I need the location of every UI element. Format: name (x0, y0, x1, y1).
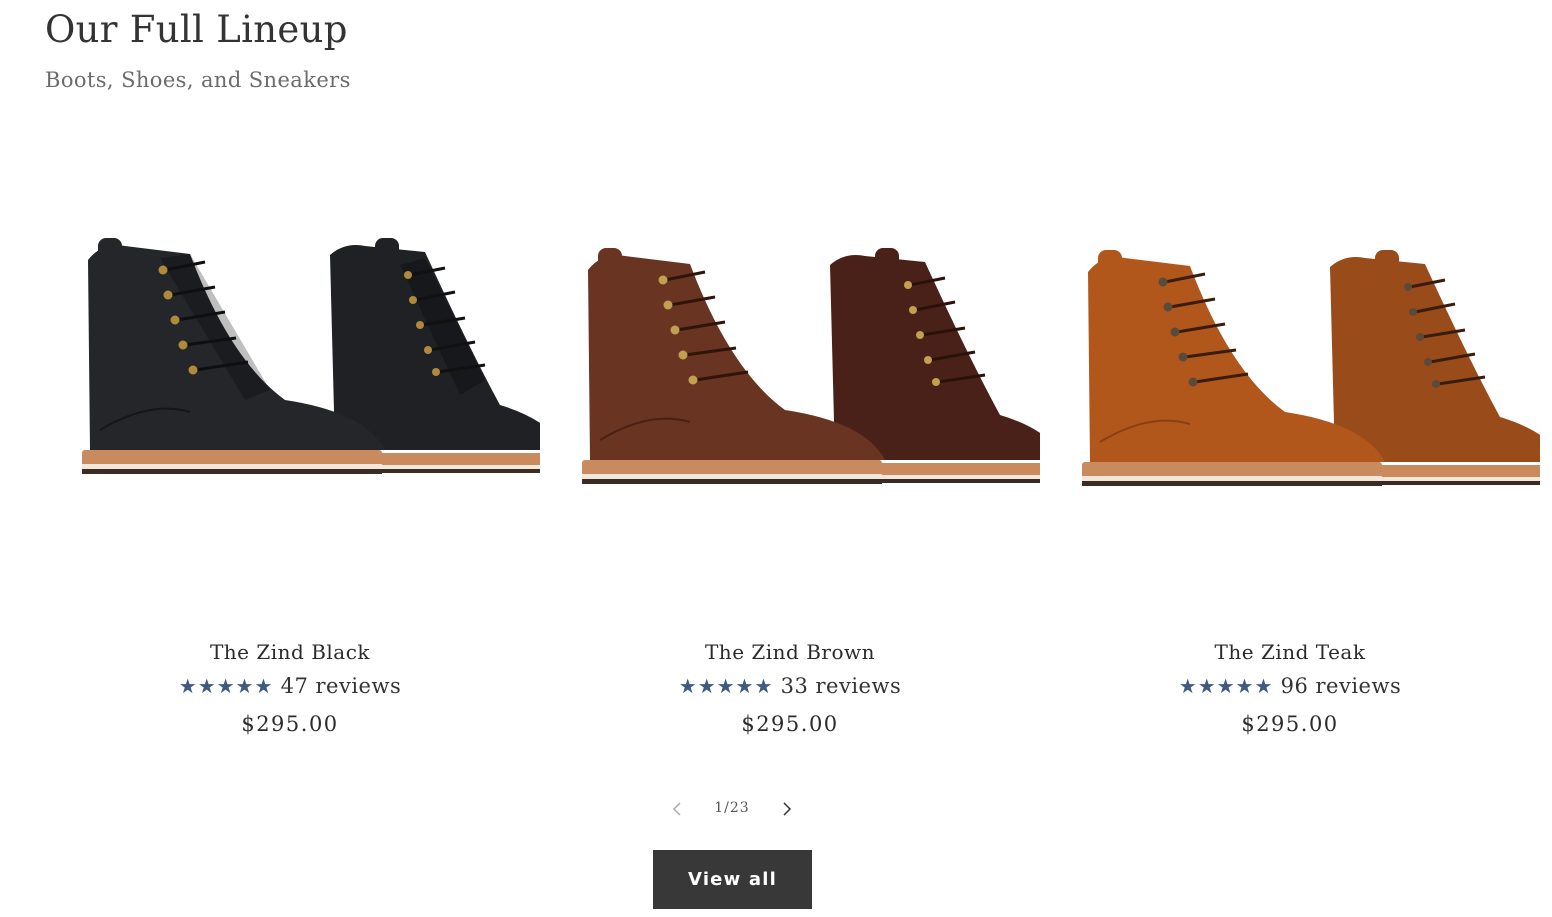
review-count: 47 reviews (280, 674, 402, 698)
star-rating-icon: ★★★★★ (178, 674, 274, 698)
product-rating[interactable]: ★★★★★ 96 reviews (1040, 674, 1540, 698)
next-slide-button[interactable] (770, 796, 804, 822)
view-all-button[interactable]: View all (653, 850, 812, 909)
product-price: $295.00 (1241, 712, 1339, 736)
product-name[interactable]: The Zind Black (40, 640, 540, 664)
review-count: 96 reviews (1280, 674, 1402, 698)
slider-pagination: 1/23 (660, 796, 804, 822)
product-rating[interactable]: ★★★★★ 33 reviews (540, 674, 1040, 698)
star-rating-icon: ★★★★★ (1178, 674, 1274, 698)
product-card-zind-brown[interactable]: The Zind Brown ★★★★★ 33 reviews $295.00 (540, 150, 1040, 750)
product-price: $295.00 (241, 712, 339, 736)
section-subtitle: Boots, Shoes, and Sneakers (45, 68, 351, 92)
review-count: 33 reviews (780, 674, 902, 698)
product-image-zind-black[interactable] (40, 150, 540, 610)
product-rating[interactable]: ★★★★★ 47 reviews (40, 674, 540, 698)
product-name[interactable]: The Zind Teak (1040, 640, 1540, 664)
product-price: $295.00 (741, 712, 839, 736)
previous-slide-button[interactable] (660, 796, 694, 822)
slide-counter: 1/23 (714, 800, 750, 816)
product-name[interactable]: The Zind Brown (540, 640, 1040, 664)
chevron-left-icon (672, 802, 681, 816)
product-image-zind-teak[interactable] (1040, 150, 1540, 610)
star-rating-icon: ★★★★★ (678, 674, 774, 698)
section-title: Our Full Lineup (45, 8, 348, 51)
product-image-zind-brown[interactable] (540, 150, 1040, 610)
product-card-zind-teak[interactable]: The Zind Teak ★★★★★ 96 reviews $295.00 (1040, 150, 1540, 750)
product-card-zind-black[interactable]: The Zind Black ★★★★★ 47 reviews $295.00 (40, 150, 540, 750)
chevron-right-icon (783, 802, 792, 816)
